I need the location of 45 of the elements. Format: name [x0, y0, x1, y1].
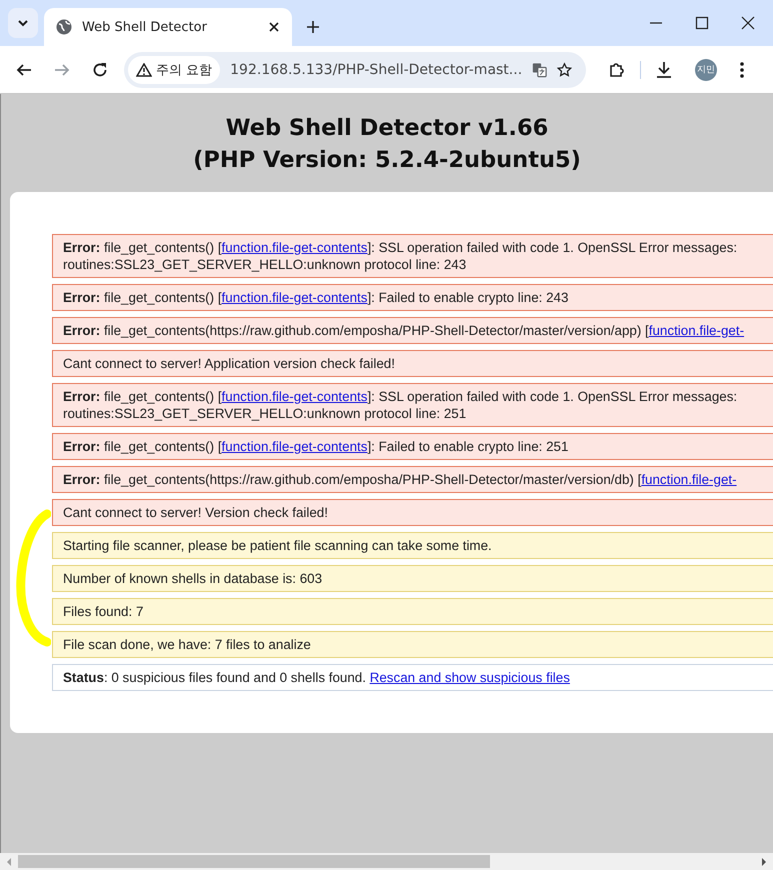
- profile-avatar[interactable]: 지민: [695, 58, 717, 80]
- maximize-icon[interactable]: [695, 16, 709, 30]
- back-arrow-icon[interactable]: [16, 62, 32, 78]
- menu-icon[interactable]: [739, 60, 745, 78]
- notice-message: Number of known shells in database is: 603: [52, 565, 773, 592]
- page-title: Web Shell Detector v1.66 (PHP Version: 5.2.4-2ubuntu5): [192, 114, 582, 175]
- link[interactable]: function.file-get-contents: [222, 240, 368, 255]
- translate-icon[interactable]: [532, 60, 548, 78]
- tab-list-button[interactable]: [8, 8, 38, 38]
- close-icon[interactable]: [268, 21, 280, 33]
- address-bar[interactable]: 주의 요함 192.168.5.133/PHP-Shell-Detector-mast...: [124, 52, 586, 88]
- link[interactable]: function.file-get-contents: [222, 389, 368, 404]
- error-message: Error: file_get_contents(https://raw.github.com/emposha/PHP-Shell-Detector/master/version/db) [function.file-get-: [52, 466, 773, 493]
- extension-puzzle-icon[interactable]: [608, 60, 626, 78]
- url-text: 192.168.5.133/PHP-Shell-Detector-mast...: [230, 62, 522, 78]
- browser-tab[interactable]: Web Shell Detector: [44, 8, 292, 46]
- scroll-right-icon[interactable]: [759, 856, 769, 866]
- close-icon[interactable]: [741, 16, 755, 30]
- link[interactable]: function.file-get-contents: [222, 439, 368, 454]
- download-icon[interactable]: [655, 60, 673, 78]
- star-icon[interactable]: [557, 60, 572, 78]
- tab-title: Web Shell Detector: [82, 20, 208, 34]
- link[interactable]: function.file-get-contents: [222, 290, 368, 305]
- globe-icon: [56, 19, 72, 35]
- error-message: Error: file_get_contents() [function.file-get-contents]: Failed to enable crypto line: 251: [52, 433, 773, 460]
- error-message: Cant connect to server! Application version check failed!: [52, 350, 773, 377]
- link[interactable]: Rescan and show suspicious files: [370, 670, 570, 685]
- reload-icon[interactable]: [92, 62, 108, 78]
- security-label: 주의 요함: [156, 62, 212, 78]
- error-message: Error: file_get_contents() [function.file-get-contents]: SSL operation failed with code 1. OpenSSL Error messages: routines:SSL23_GET_SERVER_HELLO:unknown protocol line: 251: [52, 383, 773, 427]
- link[interactable]: function.file-get-: [648, 323, 744, 338]
- link[interactable]: function.file-get-: [641, 472, 737, 487]
- error-message: Error: file_get_contents() [function.file-get-contents]: SSL operation failed with code 1. OpenSSL Error messages: routines:SSL23_GET_SERVER_HELLO:unknown protocol line: 243: [52, 234, 773, 278]
- new-tab-icon[interactable]: [306, 20, 320, 34]
- error-message: Error: file_get_contents() [function.file-get-contents]: Failed to enable crypto line: 243: [52, 284, 773, 311]
- notice-message: Starting file scanner, please be patient file scanning can take some time.: [52, 532, 773, 559]
- error-message: Cant connect to server! Version check failed!: [52, 499, 773, 526]
- status-message: Status: 0 suspicious files found and 0 shells found. Rescan and show suspicious files: [52, 664, 773, 691]
- horizontal-scrollbar[interactable]: [0, 853, 773, 870]
- notice-message: Files found: 7: [52, 598, 773, 625]
- forward-arrow-icon[interactable]: [54, 62, 70, 78]
- security-warning-chip[interactable]: 주의 요함: [128, 56, 220, 84]
- notice-message: File scan done, we have: 7 files to analize: [52, 631, 773, 658]
- error-message: Error: file_get_contents(https://raw.github.com/emposha/PHP-Shell-Detector/master/version/app) [function.file-get-: [52, 317, 773, 344]
- warning-icon: [136, 62, 152, 76]
